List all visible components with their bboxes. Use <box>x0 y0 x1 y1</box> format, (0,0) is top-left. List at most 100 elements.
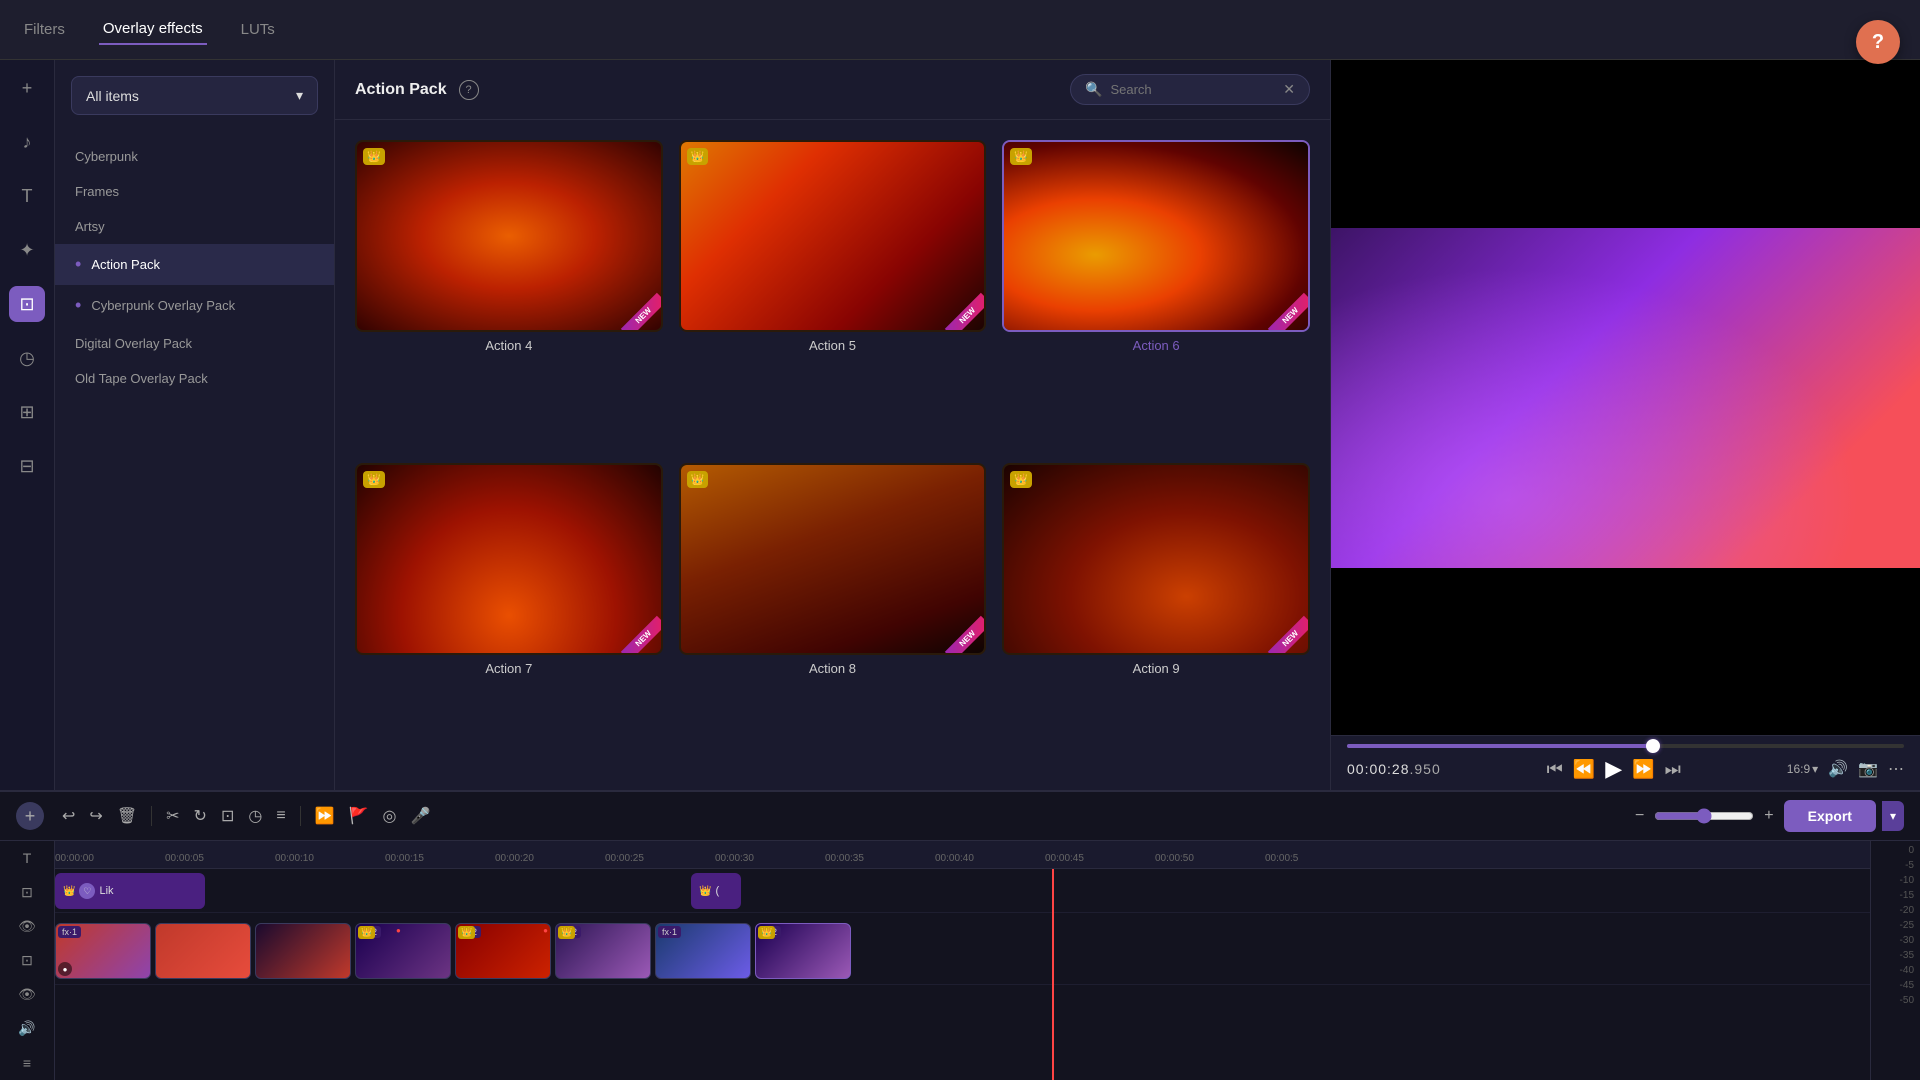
crown-icon: 👑 <box>687 148 709 165</box>
crown-badge-8: 👑 <box>758 926 775 939</box>
mic-button[interactable]: 🎤 <box>406 802 434 830</box>
new-badge <box>1258 603 1308 653</box>
sidebar-icon-text[interactable]: T <box>9 178 45 214</box>
ruler-mark-40: 00:00:40 <box>935 853 974 864</box>
crown-icon: 👑 <box>687 471 709 488</box>
sidebar-icon-music[interactable]: ♪ <box>9 124 45 160</box>
more-options-button[interactable]: ⋯ <box>1888 759 1904 779</box>
sidebar-icon-puzzle[interactable]: ⊞ <box>9 394 45 430</box>
search-input[interactable] <box>1110 82 1275 97</box>
effect-thumb-action9[interactable]: 👑 <box>1002 463 1310 655</box>
effect-thumb-action8[interactable]: 👑 <box>679 463 987 655</box>
cut-button[interactable]: ✂ <box>162 802 183 830</box>
timeline-track-icon-6[interactable]: 🔊 <box>0 1012 54 1046</box>
effect-item-action5[interactable]: 👑 Action 5 <box>679 140 987 447</box>
video-clip-1[interactable]: fx·1 ● <box>55 923 151 979</box>
video-clip-6[interactable]: fx·2 👑 <box>555 923 651 979</box>
controls-row: 00:00:28.950 ⏮ ⏪ ▶ ⏩ ⏭ 16:9 ▾ 🔊 📷 ⋯ <box>1347 756 1904 782</box>
tab-overlay-effects[interactable]: Overlay effects <box>99 14 207 45</box>
playhead[interactable] <box>1052 869 1054 1080</box>
volume-button[interactable]: 🔊 <box>1828 759 1848 779</box>
repeat-button[interactable]: ↻ <box>190 802 211 830</box>
sidebar-item-digital-overlay[interactable]: Digital Overlay Pack <box>55 326 334 361</box>
timeline-track-icon-1[interactable]: T <box>0 841 54 875</box>
clip-5-indicator: ● <box>543 926 548 935</box>
timeline-track-icon-2[interactable]: ⊡ <box>0 875 54 909</box>
timeline-track-icon-7[interactable]: ≡ <box>0 1046 54 1080</box>
sidebar-icon-overlay[interactable]: ⊡ <box>9 286 45 322</box>
tab-luts[interactable]: LUTs <box>237 15 279 44</box>
icon-sidebar: + ♪ T ✦ ⊡ ◷ ⊞ ⊟ <box>0 60 55 790</box>
pack-help-icon[interactable]: ? <box>459 80 479 100</box>
video-clip-5[interactable]: fx·2 👑 ● <box>455 923 551 979</box>
sidebar-icon-grid[interactable]: ⊟ <box>9 448 45 484</box>
crop-button[interactable]: ⊡ <box>217 802 238 830</box>
sidebar-item-cyberpunk[interactable]: Cyberpunk <box>55 139 334 174</box>
effect-thumb-action7[interactable]: 👑 <box>355 463 663 655</box>
overlay-clip-2-label: ( <box>715 885 719 897</box>
step-forward-button[interactable]: ⏩ <box>1632 756 1654 782</box>
sidebar-icon-add[interactable]: + <box>9 70 45 106</box>
effect-thumb-action4[interactable]: 👑 <box>355 140 663 332</box>
sidebar-item-cyberpunk-overlay[interactable]: Cyberpunk Overlay Pack <box>55 285 334 326</box>
effect-item-action6[interactable]: 👑 Action 6 <box>1002 140 1310 447</box>
search-clear-icon[interactable]: ✕ <box>1283 81 1295 98</box>
video-clip-3[interactable] <box>255 923 351 979</box>
preview-pane: 00:00:28.950 ⏮ ⏪ ▶ ⏩ ⏭ 16:9 ▾ 🔊 📷 ⋯ <box>1330 60 1920 790</box>
snapshot-button[interactable]: 📷 <box>1858 759 1878 779</box>
sidebar-icon-effects[interactable]: ✦ <box>9 232 45 268</box>
overlay-clip-like[interactable]: 👑 ♡ Lik <box>55 873 205 909</box>
ruler-mark-20: 00:00:20 <box>495 853 534 864</box>
sidebar-item-old-tape[interactable]: Old Tape Overlay Pack <box>55 361 334 396</box>
stabilize-button[interactable]: ◎ <box>379 802 401 830</box>
effect-item-action4[interactable]: 👑 Action 4 <box>355 140 663 447</box>
aspect-ratio-button[interactable]: 16:9 ▾ <box>1787 762 1818 776</box>
flag-button[interactable]: 🚩 <box>345 802 373 830</box>
sidebar-icon-clock[interactable]: ◷ <box>9 340 45 376</box>
all-items-label: All items <box>86 88 139 104</box>
progress-bar[interactable] <box>1347 744 1904 748</box>
export-button[interactable]: Export <box>1784 800 1876 832</box>
skip-to-start-button[interactable]: ⏮ <box>1547 756 1563 782</box>
timeline-track-icon-4[interactable]: ⊡ <box>0 943 54 977</box>
effect-thumb-action6[interactable]: 👑 <box>1002 140 1310 332</box>
effect-label-action8: Action 8 <box>809 661 856 676</box>
effect-item-action7[interactable]: 👑 Action 7 <box>355 463 663 770</box>
effect-thumb-action5[interactable]: 👑 <box>679 140 987 332</box>
sidebar-item-artsy[interactable]: Artsy <box>55 209 334 244</box>
tab-filters[interactable]: Filters <box>20 15 69 44</box>
play-button[interactable]: ▶ <box>1605 756 1622 782</box>
sidebar-item-frames[interactable]: Frames <box>55 174 334 209</box>
video-clip-4[interactable]: fx·2 ● 👑 <box>355 923 451 979</box>
timer-button[interactable]: ◷ <box>244 802 266 830</box>
speed-button[interactable]: ⏩ <box>311 802 339 830</box>
delete-button[interactable]: 🗑 <box>113 802 141 830</box>
sidebar-item-action-pack[interactable]: Action Pack <box>55 244 334 285</box>
fx-badge-1: fx·1 <box>58 926 81 938</box>
fx-badge-7: fx·1 <box>658 926 681 938</box>
adjust-button[interactable]: ≡ <box>272 803 289 829</box>
help-button[interactable]: ? <box>1856 20 1900 64</box>
undo-button[interactable]: ↩ <box>58 802 79 830</box>
timeline-track-icon-5[interactable]: 👁 <box>0 978 54 1012</box>
effect-item-action8[interactable]: 👑 Action 8 <box>679 463 987 770</box>
search-icon: 🔍 <box>1085 81 1102 98</box>
video-clip-7[interactable]: fx·1 <box>655 923 751 979</box>
video-clip-8[interactable]: fx·2 👑 <box>755 923 851 979</box>
zoom-slider[interactable] <box>1654 808 1754 824</box>
overlay-clip-2[interactable]: 👑 ( <box>691 873 741 909</box>
all-items-dropdown[interactable]: All items ▾ <box>71 76 318 115</box>
effect-item-action9[interactable]: 👑 Action 9 <box>1002 463 1310 770</box>
redo-button[interactable]: ↪ <box>85 802 106 830</box>
wave-label-20: -20 <box>1900 905 1914 916</box>
zoom-in-button[interactable]: + <box>1760 803 1777 829</box>
progress-handle[interactable] <box>1646 739 1660 753</box>
add-track-button[interactable]: + <box>16 802 44 830</box>
skip-to-end-button[interactable]: ⏭ <box>1665 756 1681 782</box>
step-back-button[interactable]: ⏪ <box>1573 756 1595 782</box>
video-clip-2[interactable] <box>155 923 251 979</box>
toolbar-right: − + Export ▾ <box>1631 800 1904 832</box>
zoom-out-button[interactable]: − <box>1631 803 1648 829</box>
export-dropdown-button[interactable]: ▾ <box>1882 801 1904 831</box>
timeline-track-icon-3[interactable]: 👁 <box>0 909 54 943</box>
